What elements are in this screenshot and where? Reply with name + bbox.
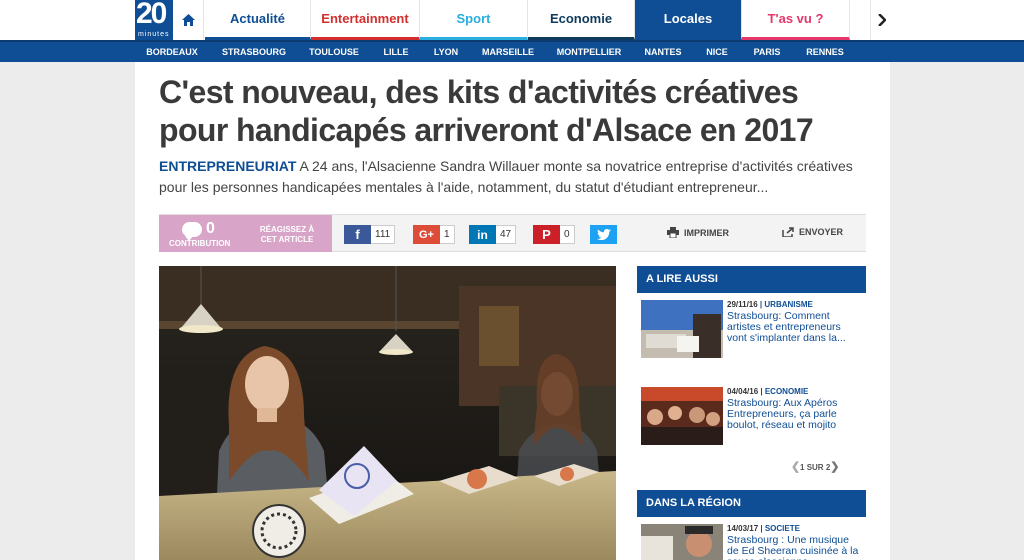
pinterest-icon: P (533, 225, 560, 244)
speech-bubble-icon (182, 221, 202, 241)
related-article[interactable]: 04/04/16 | ECONOMIE Strasbourg: Aux Apér… (637, 387, 866, 449)
printer-icon (667, 227, 679, 238)
city-link[interactable]: MONTPELLIER (557, 42, 622, 62)
twitter-share-button[interactable] (590, 225, 617, 244)
email-button[interactable]: ENVOYER (782, 227, 843, 237)
article-title: C'est nouveau, des kits d'activités créa… (159, 74, 814, 148)
print-label: IMPRIMER (684, 227, 729, 238)
logo-word: minutes (138, 31, 170, 38)
logo-number: 20 (136, 0, 167, 30)
city-link[interactable]: LILLE (384, 42, 409, 62)
tab-locales[interactable]: Locales (635, 0, 742, 40)
share-arrow-icon (782, 227, 794, 237)
home-button[interactable] (174, 0, 204, 40)
facebook-share-button[interactable]: f 111 (344, 225, 396, 244)
contribution-label: CONTRIBUTION (169, 239, 231, 248)
chevron-right-icon (877, 14, 886, 26)
related-article-thumbnail[interactable] (641, 300, 723, 358)
city-link[interactable]: NICE (706, 42, 728, 62)
article-photo[interactable] (159, 266, 616, 560)
related-article-category: URBANISME (764, 300, 813, 309)
city-link[interactable]: MARSEILLE (482, 42, 534, 62)
pager-next-button[interactable]: ❯ (830, 462, 839, 473)
pager-separator: SUR (806, 462, 824, 472)
contribution-button[interactable]: 0 CONTRIBUTION RÉAGISSEZ À CET ARTICLE (159, 215, 332, 252)
related-article-title[interactable]: Strasbourg: Comment artistes et entrepre… (727, 311, 862, 344)
read-also-heading: A LIRE AUSSI (637, 266, 866, 293)
linkedin-count: 47 (496, 225, 517, 244)
related-article[interactable]: 29/11/16 | URBANISME Strasbourg: Comment… (637, 300, 866, 362)
linkedin-icon: in (469, 225, 496, 244)
region-article[interactable]: 14/03/17 | SOCIETE Strasbourg : Une musi… (637, 524, 866, 560)
tab-actualite[interactable]: Actualité (205, 0, 311, 40)
tab-tas-vu[interactable]: T'as vu ? (742, 0, 850, 40)
facebook-count: 111 (371, 225, 396, 244)
region-article-thumbnail[interactable] (641, 524, 723, 560)
city-link[interactable]: NANTES (644, 42, 681, 62)
city-link[interactable]: BORDEAUX (146, 42, 198, 62)
react-label: RÉAGISSEZ À CET ARTICLE (259, 225, 315, 244)
nav-next-button[interactable] (870, 0, 892, 40)
photo-scene (159, 266, 616, 560)
googleplus-icon: G+ (413, 225, 440, 244)
googleplus-share-button[interactable]: G+ 1 (413, 225, 455, 244)
article-kicker[interactable]: ENTREPRENEURIAT (159, 158, 296, 174)
tab-entertainment[interactable]: Entertainment (311, 0, 420, 40)
tab-sport[interactable]: Sport (420, 0, 528, 40)
city-navigation: BORDEAUX STRASBOURG TOULOUSE LILLE LYON … (0, 40, 1024, 62)
region-article-category: SOCIETE (764, 524, 800, 533)
article-container: C'est nouveau, des kits d'activités créa… (135, 62, 890, 560)
site-logo[interactable]: 20 minutes (135, 0, 173, 40)
related-article-thumbnail[interactable] (641, 387, 723, 445)
home-icon (182, 14, 195, 26)
city-link[interactable]: STRASBOURG (222, 42, 286, 62)
pager-prev-button[interactable]: ❮ (791, 462, 800, 473)
twitter-icon (590, 225, 617, 244)
facebook-icon: f (344, 225, 371, 244)
contribution-count: 0 (206, 220, 215, 237)
share-bar: 0 CONTRIBUTION RÉAGISSEZ À CET ARTICLE f… (159, 214, 866, 252)
related-pager: ❮ 1 SUR 2 ❯ (791, 462, 839, 473)
related-article-date: 04/04/16 (727, 387, 759, 396)
city-link[interactable]: LYON (434, 42, 458, 62)
pinterest-count: 0 (560, 225, 575, 244)
city-link[interactable]: TOULOUSE (309, 42, 359, 62)
top-navigation: 20 minutes Actualité Entertainment Sport… (0, 0, 1024, 40)
city-link[interactable]: RENNES (806, 42, 844, 62)
pager-current: 1 (800, 462, 805, 472)
region-article-title[interactable]: Strasbourg : Une musique de Ed Sheeran c… (727, 535, 862, 560)
pinterest-share-button[interactable]: P 0 (533, 225, 575, 244)
related-article-title[interactable]: Strasbourg: Aux Apéros Entrepreneurs, ça… (727, 398, 862, 431)
linkedin-share-button[interactable]: in 47 (469, 225, 517, 244)
googleplus-count: 1 (440, 225, 455, 244)
sidebar: A LIRE AUSSI 29/11/16 | URBANISME Strasb… (637, 266, 866, 560)
region-heading: DANS LA RÉGION (637, 490, 866, 517)
related-article-category: ECONOMIE (764, 387, 809, 396)
city-link[interactable]: PARIS (754, 42, 781, 62)
tab-economie[interactable]: Economie (528, 0, 635, 40)
article-lead: ENTREPRENEURIAT A 24 ans, l'Alsacienne S… (159, 156, 869, 198)
related-article-date: 29/11/16 (727, 300, 758, 309)
print-button[interactable]: IMPRIMER (667, 227, 729, 238)
region-article-date: 14/03/17 (727, 524, 759, 533)
email-label: ENVOYER (799, 227, 844, 237)
